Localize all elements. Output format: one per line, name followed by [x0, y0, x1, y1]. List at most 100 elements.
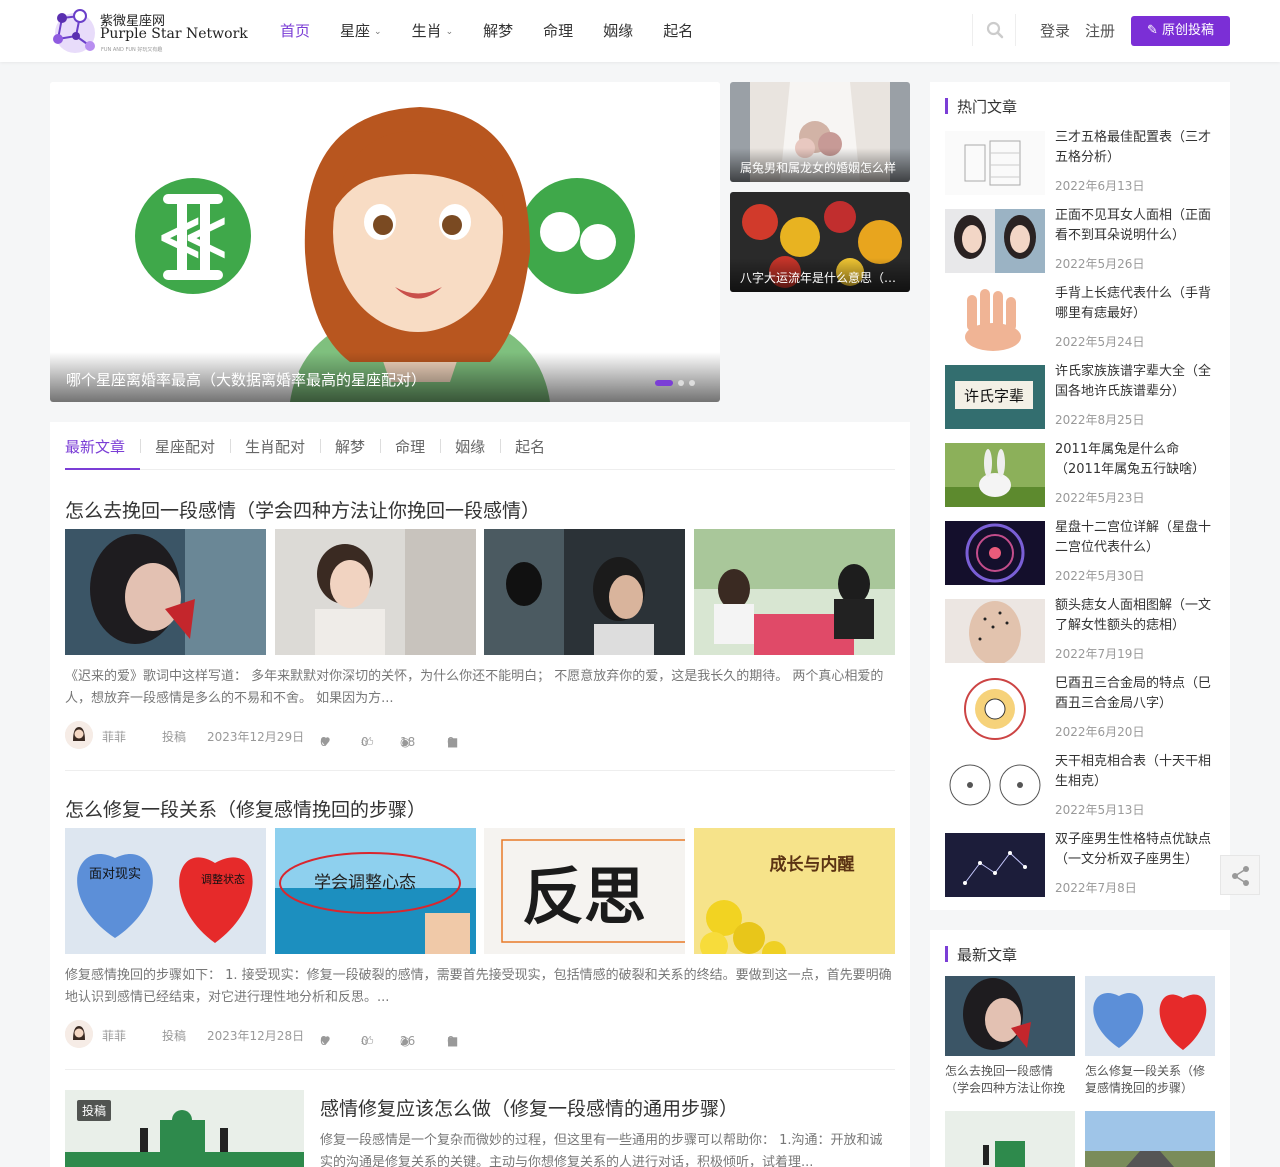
- submit-article-button[interactable]: ✎ 原创投稿: [1131, 16, 1230, 46]
- nav-item-home[interactable]: 首页: [265, 0, 325, 62]
- latest-thumbnail[interactable]: [1085, 976, 1215, 1056]
- post-thumbnail[interactable]: [65, 529, 266, 655]
- hot-thumbnail[interactable]: [945, 755, 1045, 819]
- slider-dot[interactable]: [655, 380, 673, 386]
- hot-article-item[interactable]: 许氏字辈 许氏家族族谱字辈大全（全国各地许氏族谱辈分） 2022年8月25日: [945, 362, 1215, 429]
- post-thumbnail[interactable]: [694, 529, 895, 655]
- slider-caption[interactable]: 哪个星座离婚率最高（大数据离婚率最高的星座配对）: [50, 352, 720, 402]
- hot-article-item[interactable]: 三才五格最佳配置表（三才五格分析） 2022年6月13日: [945, 128, 1215, 195]
- nav-item-marriage[interactable]: 姻缘: [588, 0, 648, 62]
- post-thumbnail[interactable]: 反思: [484, 828, 685, 954]
- slider-dot[interactable]: [689, 380, 695, 386]
- register-link[interactable]: 注册: [1085, 20, 1115, 41]
- hot-article-item[interactable]: 双子座男生性格特点优缺点（一文分析双子座男生） 2022年7月8日: [945, 830, 1215, 897]
- hot-thumbnail[interactable]: [945, 131, 1045, 195]
- latest-article-item[interactable]: 怎么去挽回一段感情（学会四种方法让你挽回一段感情）: [945, 976, 1075, 1097]
- nav-item-naming[interactable]: 起名: [648, 0, 708, 62]
- hot-thumbnail[interactable]: [945, 677, 1045, 741]
- hot-thumbnail[interactable]: [945, 521, 1045, 585]
- hot-article-title[interactable]: 天干相克相合表（十天干相生相克）: [1055, 752, 1215, 792]
- post-thumbnail[interactable]: 成长与内醒: [694, 828, 895, 954]
- post-thumbnail[interactable]: [275, 529, 476, 655]
- latest-article-item[interactable]: [1085, 1111, 1215, 1167]
- latest-article-title[interactable]: 怎么修复一段关系（修复感情挽回的步骤）: [1085, 1063, 1215, 1097]
- latest-thumbnail[interactable]: [945, 976, 1075, 1056]
- hot-article-title[interactable]: 正面不见耳女人面相（正面看不到耳朵说明什么）: [1055, 206, 1215, 246]
- latest-thumbnail[interactable]: [945, 1111, 1075, 1167]
- hot-thumbnail[interactable]: [945, 833, 1045, 897]
- tab-naming[interactable]: 起名: [500, 422, 560, 470]
- hot-article-item[interactable]: 额头痣女人面相图解（一文了解女性额头的痣相） 2022年7月19日: [945, 596, 1215, 663]
- logo-tagline: FUN AND FUN 好玩又有趣: [101, 47, 163, 53]
- hot-thumbnail[interactable]: [945, 209, 1045, 273]
- hot-article-title[interactable]: 双子座男生性格特点优缺点（一文分析双子座男生）: [1055, 830, 1215, 870]
- post-thumbnail[interactable]: 学会调整心态: [275, 828, 476, 954]
- author-name[interactable]: 菲菲: [102, 728, 126, 745]
- image-text: 面对现实: [89, 867, 141, 882]
- featured-card[interactable]: 属兔男和属龙女的婚姻怎么样: [730, 82, 910, 182]
- latest-article-item[interactable]: 怎么修复一段关系（修复感情挽回的步骤）: [1085, 976, 1215, 1097]
- bagua-chart-image: [945, 677, 1045, 741]
- latest-article-title[interactable]: 怎么去挽回一段感情（学会四种方法让你挽回一段感情）: [945, 1063, 1075, 1097]
- post-thumbnail[interactable]: [484, 529, 685, 655]
- hot-article-title[interactable]: 星盘十二宫位详解（星盘十二宫位代表什么）: [1055, 518, 1215, 558]
- search-button[interactable]: [972, 14, 1016, 46]
- hero-slider[interactable]: ≪ 哪个星座离婚率最高（大数据离婚率最高的星座配对）: [50, 82, 720, 402]
- hot-article-date: 2022年5月26日: [1055, 257, 1145, 271]
- author-name[interactable]: 菲菲: [102, 1027, 126, 1044]
- svg-text:≪: ≪: [156, 195, 229, 277]
- login-link[interactable]: 登录: [1040, 20, 1070, 41]
- category-tabs: 最新文章 星座配对 生肖配对 解梦 命理 姻缘 起名: [65, 422, 895, 470]
- hot-article-title[interactable]: 许氏家族族谱字辈大全（全国各地许氏族谱辈分）: [1055, 362, 1215, 402]
- post-category[interactable]: 投稿: [162, 728, 186, 745]
- share-button[interactable]: [1220, 855, 1260, 895]
- hot-article-item[interactable]: 天干相克相合表（十天干相生相克） 2022年5月13日: [945, 752, 1215, 819]
- nav-item-constellation[interactable]: 星座 ⌄: [325, 0, 397, 62]
- hot-article-title[interactable]: 手背上长痣代表什么（手背哪里有痣最好）: [1055, 284, 1215, 324]
- tab-marriage[interactable]: 姻缘: [440, 422, 500, 470]
- hot-article-title[interactable]: 巳酉丑三合金局的特点（巳酉丑三合金局八字）: [1055, 674, 1215, 714]
- post-title[interactable]: 感情修复应该怎么做（修复一段感情的通用步骤）: [320, 1094, 738, 1121]
- nav-item-fortune[interactable]: 命理: [528, 0, 588, 62]
- category-badge[interactable]: 投稿: [77, 1100, 112, 1121]
- hot-article-item[interactable]: 2011年属兔是什么命（2011年属兔五行缺啥） 2022年5月23日: [945, 440, 1215, 507]
- site-logo[interactable]: 紫微星座网 Purple Star Network FUN AND FUN 好玩…: [50, 6, 250, 56]
- hot-article-item[interactable]: 手背上长痣代表什么（手背哪里有痣最好） 2022年5月24日: [945, 284, 1215, 351]
- slider-dot[interactable]: [678, 380, 684, 386]
- nav-item-zodiac[interactable]: 生肖 ⌄: [397, 0, 469, 62]
- comment-value: 0: [447, 735, 455, 749]
- tab-fortune[interactable]: 命理: [380, 422, 440, 470]
- hot-thumbnail[interactable]: [945, 443, 1045, 507]
- hot-article-title[interactable]: 2011年属兔是什么命（2011年属兔五行缺啥）: [1055, 440, 1215, 480]
- tab-constellation-match[interactable]: 星座配对: [140, 422, 230, 470]
- post-title[interactable]: 怎么去挽回一段感情（学会四种方法让你挽回一段感情）: [65, 496, 895, 523]
- hot-thumbnail[interactable]: [945, 599, 1045, 663]
- tab-latest[interactable]: 最新文章: [65, 422, 141, 470]
- avatar-icon: [65, 1020, 93, 1048]
- hot-thumbnail[interactable]: 许氏字辈: [945, 365, 1045, 429]
- hot-article-title[interactable]: 额头痣女人面相图解（一文了解女性额头的痣相）: [1055, 596, 1215, 636]
- tab-zodiac-match[interactable]: 生肖配对: [230, 422, 320, 470]
- edit-icon: ✎: [1146, 23, 1158, 38]
- post-category[interactable]: 投稿: [162, 1027, 186, 1044]
- featured-card-title: 属兔男和属龙女的婚姻怎么样: [730, 148, 910, 182]
- nav-label: 解梦: [483, 22, 514, 40]
- hot-article-item[interactable]: 星盘十二宫位详解（星盘十二宫位代表什么） 2022年5月30日: [945, 518, 1215, 585]
- search-icon: [986, 21, 1004, 39]
- hot-article-item[interactable]: 巳酉丑三合金局的特点（巳酉丑三合金局八字） 2022年6月20日: [945, 674, 1215, 741]
- featured-card[interactable]: 八字大运流年是什么意思（八字大运流年怎么看）: [730, 192, 910, 292]
- latest-thumbnail[interactable]: [1085, 1111, 1215, 1167]
- couple-dinner-image: [694, 529, 895, 655]
- nav-item-dream[interactable]: 解梦: [468, 0, 528, 62]
- hot-article-item[interactable]: 正面不见耳女人面相（正面看不到耳朵说明什么） 2022年5月26日: [945, 206, 1215, 273]
- avatar[interactable]: [65, 1020, 93, 1048]
- latest-article-item[interactable]: [945, 1111, 1075, 1167]
- post-thumbnail[interactable]: 面对现实 调整状态: [65, 828, 266, 954]
- post-thumbnail[interactable]: 投稿: [65, 1090, 304, 1167]
- hot-thumbnail[interactable]: [945, 287, 1045, 351]
- tab-dream[interactable]: 解梦: [320, 422, 380, 470]
- share-icon: [1232, 866, 1249, 886]
- avatar[interactable]: [65, 721, 93, 749]
- post-title[interactable]: 怎么修复一段关系（修复感情挽回的步骤）: [65, 795, 895, 822]
- hot-article-title[interactable]: 三才五格最佳配置表（三才五格分析）: [1055, 128, 1215, 168]
